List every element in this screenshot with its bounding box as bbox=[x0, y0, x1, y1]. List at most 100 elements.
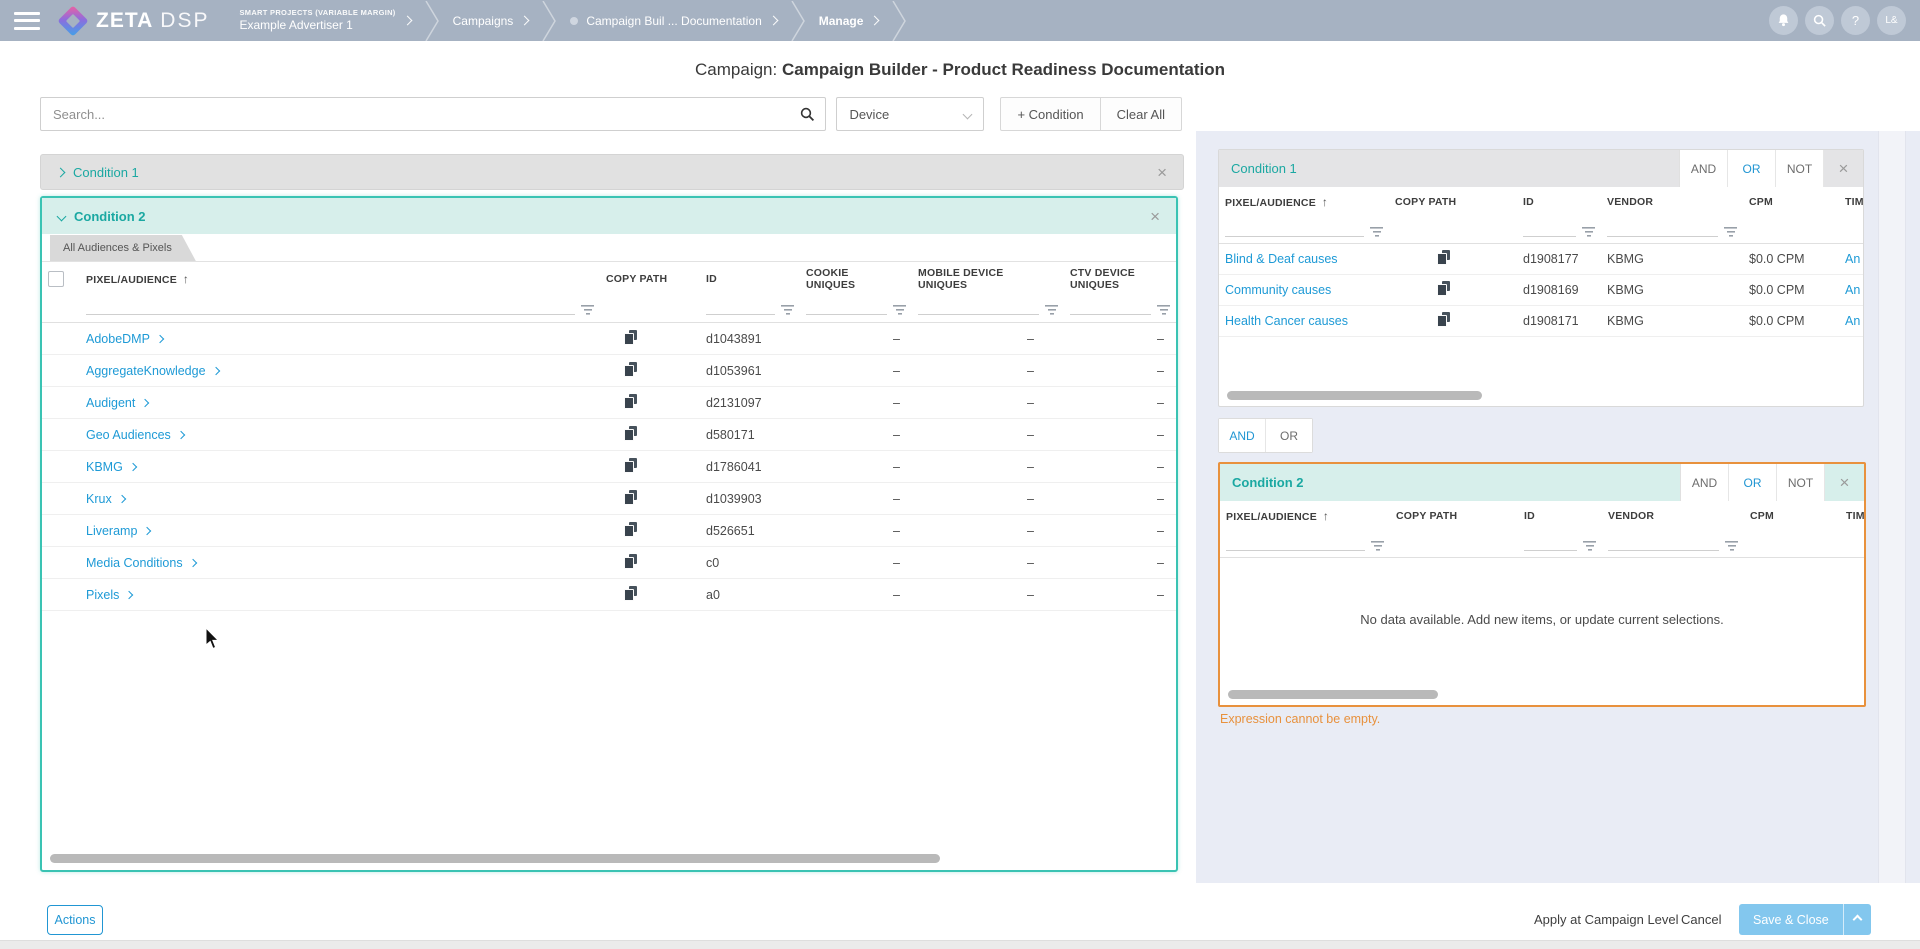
audience-group-link[interactable]: Media Conditions bbox=[86, 556, 196, 570]
notifications-button[interactable] bbox=[1769, 6, 1798, 35]
save-options-toggle[interactable] bbox=[1843, 904, 1871, 935]
pixel-audience-filter-input[interactable] bbox=[1226, 538, 1365, 551]
column-header-id[interactable]: ID bbox=[1517, 187, 1601, 217]
column-header-id[interactable]: ID bbox=[700, 262, 800, 295]
and-operator-button[interactable]: AND bbox=[1680, 150, 1728, 187]
copy-path-icon[interactable] bbox=[624, 458, 637, 473]
or-operator-button[interactable]: OR bbox=[1728, 150, 1776, 187]
copy-path-icon[interactable] bbox=[624, 330, 637, 345]
condition-1-label[interactable]: Condition 1 bbox=[1231, 161, 1297, 176]
connector-or-button[interactable]: OR bbox=[1265, 419, 1312, 452]
actions-button[interactable]: Actions bbox=[47, 905, 103, 935]
copy-path-icon[interactable] bbox=[624, 490, 637, 505]
zeta-dsp-logo[interactable]: ZETADSP bbox=[62, 9, 209, 33]
pixel-audience-filter-input[interactable] bbox=[1225, 224, 1364, 237]
pixel-audience-filter-input[interactable] bbox=[86, 302, 575, 315]
close-icon[interactable]: × bbox=[1825, 474, 1864, 491]
column-header-cpm[interactable]: CPM bbox=[1744, 501, 1840, 531]
close-icon[interactable]: × bbox=[1150, 208, 1160, 225]
id-filter-input[interactable] bbox=[1524, 538, 1577, 551]
copy-path-icon[interactable] bbox=[624, 554, 637, 569]
column-header-tim[interactable]: TIM bbox=[1839, 187, 1863, 217]
search-icon[interactable] bbox=[799, 106, 815, 122]
breadcrumb-advertiser[interactable]: SMART PROJECTS (VARIABLE MARGIN) Example… bbox=[239, 8, 410, 32]
column-header-id[interactable]: ID bbox=[1518, 501, 1602, 531]
copy-path-icon[interactable] bbox=[624, 362, 637, 377]
filter-icon[interactable] bbox=[581, 305, 594, 315]
copy-path-icon[interactable] bbox=[624, 426, 637, 441]
filter-icon[interactable] bbox=[1583, 541, 1596, 551]
vendor-filter-input[interactable] bbox=[1607, 224, 1718, 237]
filter-icon[interactable] bbox=[1371, 541, 1384, 551]
clipped-action-link[interactable]: An bbox=[1845, 252, 1860, 266]
breadcrumb-campaign-builder[interactable]: Campaign Buil ... Documentation bbox=[570, 14, 776, 28]
vendor-filter-input[interactable] bbox=[1608, 538, 1719, 551]
mobile-uniques-filter-input[interactable] bbox=[918, 302, 1039, 315]
not-operator-button[interactable]: NOT bbox=[1777, 464, 1825, 501]
filter-icon[interactable] bbox=[893, 305, 906, 315]
save-and-close-main[interactable]: Save & Close bbox=[1739, 904, 1843, 935]
expand-chevron-icon[interactable] bbox=[56, 167, 66, 177]
connector-and-button[interactable]: AND bbox=[1219, 419, 1265, 452]
column-header-mobile-device-uniques[interactable]: MOBILE DEVICE UNIQUES bbox=[912, 262, 1064, 295]
column-header-copy-path[interactable]: COPY PATH bbox=[1389, 187, 1517, 217]
select-all-checkbox[interactable] bbox=[48, 271, 64, 287]
vertical-scrollbar-track[interactable] bbox=[1878, 131, 1906, 883]
id-filter-input[interactable] bbox=[1523, 224, 1576, 237]
copy-path-icon[interactable] bbox=[1437, 312, 1450, 327]
filter-icon[interactable] bbox=[781, 305, 794, 315]
audience-group-link[interactable]: AdobeDMP bbox=[86, 332, 163, 346]
column-header-tim[interactable]: TIM bbox=[1840, 501, 1864, 531]
column-header-cpm[interactable]: CPM bbox=[1743, 187, 1839, 217]
filter-icon[interactable] bbox=[1582, 227, 1595, 237]
copy-path-icon[interactable] bbox=[1437, 250, 1450, 265]
global-search-button[interactable] bbox=[1805, 6, 1834, 35]
column-header-vendor[interactable]: VENDOR bbox=[1602, 501, 1744, 531]
horizontal-scrollbar-thumb[interactable] bbox=[1227, 391, 1482, 400]
audience-link[interactable]: Health Cancer causes bbox=[1225, 314, 1348, 328]
collapse-chevron-icon[interactable] bbox=[57, 211, 67, 221]
column-header-copy-path[interactable]: COPY PATH bbox=[1390, 501, 1518, 531]
condition-2-label[interactable]: Condition 2 bbox=[1232, 475, 1304, 490]
horizontal-scrollbar-thumb[interactable] bbox=[1228, 690, 1438, 699]
column-header-pixel-audience[interactable]: PIXEL/AUDIENCE↑ bbox=[1219, 187, 1389, 217]
copy-path-icon[interactable] bbox=[624, 394, 637, 409]
breadcrumb-manage[interactable]: Manage bbox=[819, 14, 879, 28]
audience-link[interactable]: Community causes bbox=[1225, 283, 1331, 297]
column-header-pixel-audience[interactable]: PIXEL/AUDIENCE↑ bbox=[1220, 501, 1390, 531]
condition-1-label[interactable]: Condition 1 bbox=[73, 165, 139, 180]
audience-group-link[interactable]: Audigent bbox=[86, 396, 148, 410]
audience-group-link[interactable]: Pixels bbox=[86, 588, 132, 602]
audience-group-link[interactable]: Krux bbox=[86, 492, 125, 506]
breadcrumb-campaigns[interactable]: Campaigns bbox=[453, 14, 529, 28]
copy-path-icon[interactable] bbox=[624, 522, 637, 537]
user-avatar[interactable]: L& bbox=[1877, 6, 1906, 35]
clipped-action-link[interactable]: An bbox=[1845, 283, 1860, 297]
condition-2-label[interactable]: Condition 2 bbox=[74, 209, 146, 224]
column-header-copy-path[interactable]: COPY PATH bbox=[600, 262, 700, 295]
clear-all-button[interactable]: Clear All bbox=[1100, 98, 1181, 130]
not-operator-button[interactable]: NOT bbox=[1776, 150, 1824, 187]
copy-path-icon[interactable] bbox=[624, 586, 637, 601]
filter-icon[interactable] bbox=[1045, 305, 1058, 315]
or-operator-button[interactable]: OR bbox=[1729, 464, 1777, 501]
filter-icon[interactable] bbox=[1157, 305, 1170, 315]
audience-group-link[interactable]: Geo Audiences bbox=[86, 428, 184, 442]
close-icon[interactable]: × bbox=[1824, 160, 1863, 177]
column-header-ctv-device-uniques[interactable]: CTV DEVICE UNIQUES bbox=[1064, 262, 1176, 295]
help-button[interactable]: ? bbox=[1841, 6, 1870, 35]
hamburger-menu-icon[interactable] bbox=[14, 12, 40, 30]
column-header-cookie-uniques[interactable]: COOKIE UNIQUES bbox=[800, 262, 912, 295]
copy-path-icon[interactable] bbox=[1437, 281, 1450, 296]
add-condition-button[interactable]: + Condition bbox=[1001, 98, 1099, 130]
horizontal-scrollbar-thumb[interactable] bbox=[50, 854, 940, 863]
id-filter-input[interactable] bbox=[706, 302, 775, 315]
apply-at-campaign-level-link[interactable]: Apply at Campaign Level bbox=[1534, 912, 1679, 927]
audience-group-link[interactable]: Liveramp bbox=[86, 524, 150, 538]
filter-icon[interactable] bbox=[1725, 541, 1738, 551]
cookie-uniques-filter-input[interactable] bbox=[806, 302, 887, 315]
clipped-action-link[interactable]: An bbox=[1845, 314, 1860, 328]
tab-all-audiences-pixels[interactable]: All Audiences & Pixels bbox=[50, 235, 196, 261]
filter-icon[interactable] bbox=[1370, 227, 1383, 237]
device-dropdown[interactable]: Device bbox=[836, 97, 984, 131]
